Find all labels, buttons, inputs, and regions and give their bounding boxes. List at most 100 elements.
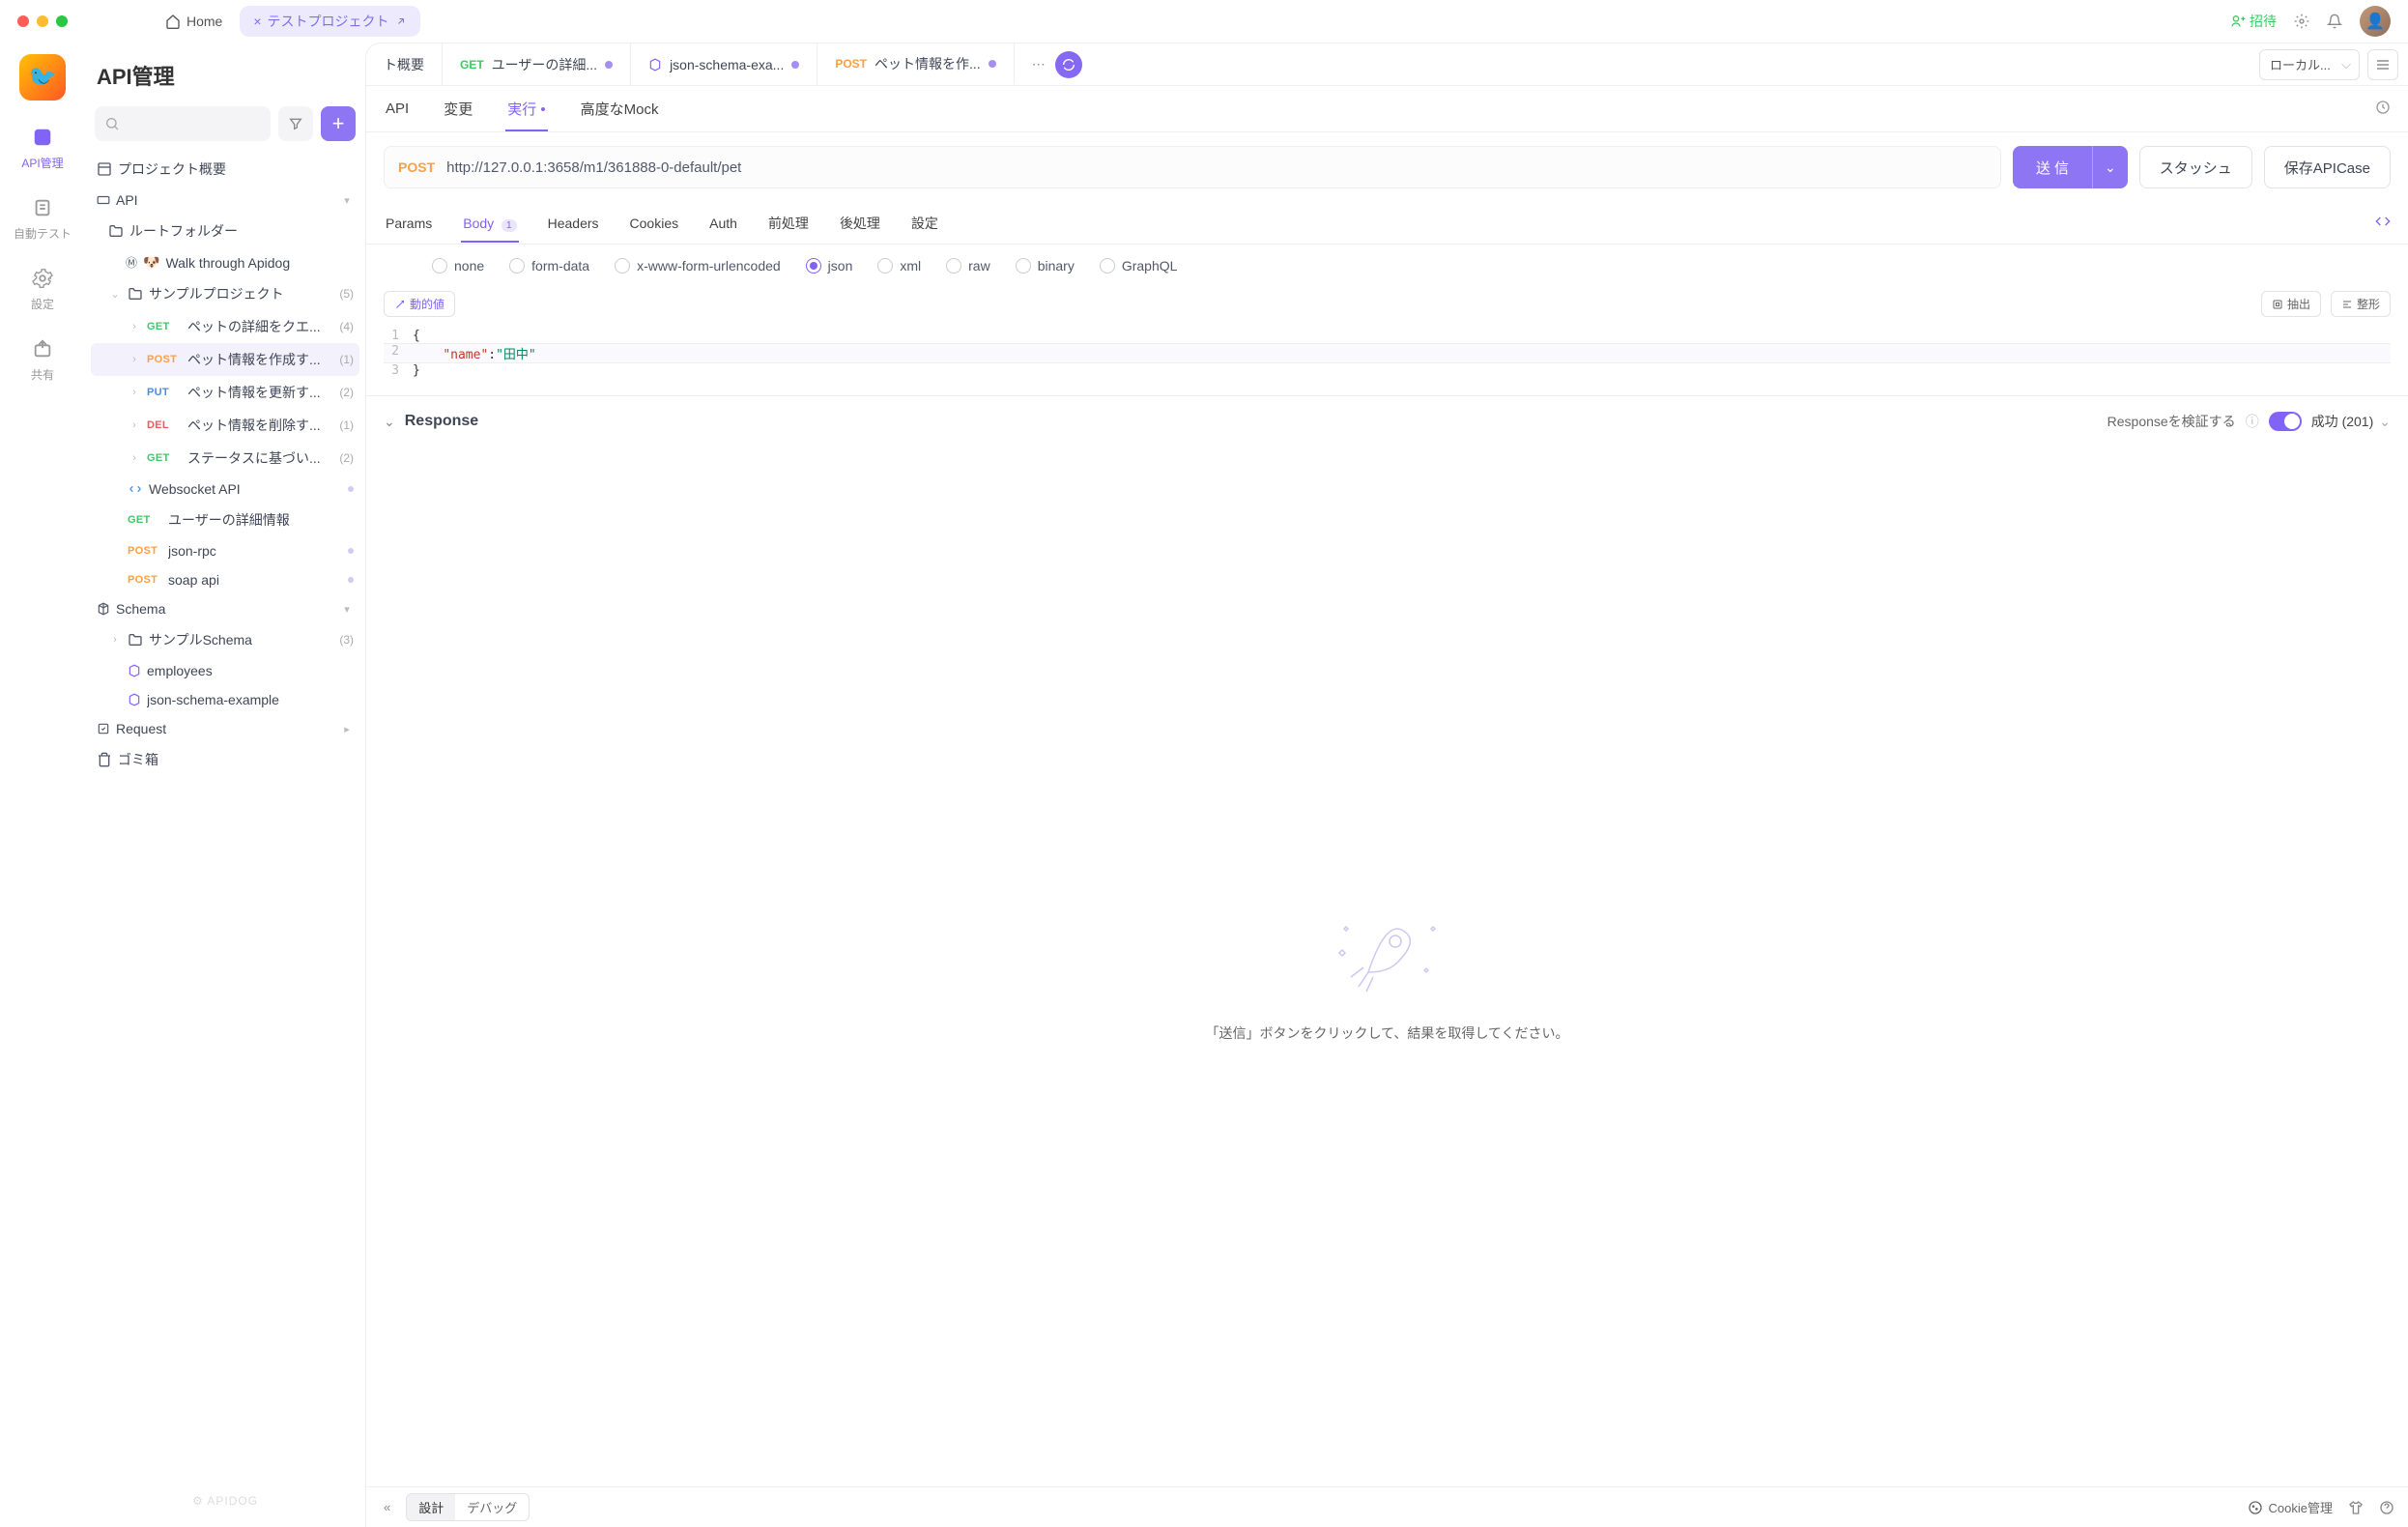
content-tab[interactable]: POSTペット情報を作... bbox=[817, 43, 1014, 85]
chevron-right-icon: › bbox=[108, 634, 122, 646]
schema-section[interactable]: Schema ▾ bbox=[91, 594, 359, 623]
api-tree-item[interactable]: › POST ペット情報を作成す... (1) bbox=[91, 343, 359, 376]
user-avatar[interactable]: 👤 bbox=[2360, 6, 2391, 37]
websocket-item[interactable]: Websocket API bbox=[91, 475, 359, 504]
notifications-button[interactable] bbox=[2327, 14, 2342, 29]
request-section[interactable]: Request ▸ bbox=[91, 714, 359, 743]
reqtab-post[interactable]: 後処理 bbox=[838, 203, 882, 244]
collapse-chevron[interactable]: ⌄ bbox=[384, 414, 395, 430]
reqtab-headers[interactable]: Headers bbox=[546, 205, 601, 242]
subtab-mock[interactable]: 高度なMock bbox=[579, 87, 661, 130]
dynamic-value-button[interactable]: 動的値 bbox=[384, 291, 455, 317]
user-detail-item[interactable]: GET ユーザーの詳細情報 bbox=[91, 504, 359, 536]
api-tree-item[interactable]: › GET ペットの詳細をクエ... (4) bbox=[91, 310, 359, 343]
design-mode-button[interactable]: 設計 bbox=[407, 1494, 455, 1520]
jsonrpc-item[interactable]: POST json-rpc bbox=[91, 536, 359, 565]
body-type-graphql[interactable]: GraphQL bbox=[1100, 258, 1178, 274]
chevron-down-icon: ⌄ bbox=[108, 288, 122, 301]
api-tree-item[interactable]: › DEL ペット情報を削除す... (1) bbox=[91, 409, 359, 442]
reqtab-params[interactable]: Params bbox=[384, 205, 434, 242]
share-icon bbox=[32, 338, 53, 360]
json-editor[interactable]: 1{2 "name":"田中"3} bbox=[366, 325, 2408, 395]
sample-schema-folder[interactable]: › サンプルSchema (3) bbox=[91, 623, 359, 656]
environment-select[interactable]: ローカル... bbox=[2259, 49, 2360, 80]
api-section[interactable]: API ▾ bbox=[91, 186, 359, 215]
cube-icon bbox=[648, 58, 662, 72]
more-tabs-button[interactable]: ⋯ bbox=[1032, 56, 1046, 72]
refresh-button[interactable] bbox=[1055, 51, 1082, 78]
send-dropdown[interactable]: ⌄ bbox=[2092, 146, 2128, 188]
project-overview[interactable]: プロジェクト概要 bbox=[91, 153, 359, 186]
minimize-window[interactable] bbox=[37, 15, 48, 27]
help-button[interactable] bbox=[2379, 1500, 2394, 1515]
reqtab-body[interactable]: Body 1 bbox=[461, 205, 518, 242]
search-input[interactable] bbox=[95, 106, 271, 141]
extract-button[interactable]: 抽出 bbox=[2261, 291, 2321, 317]
cog-icon bbox=[32, 268, 53, 289]
filter-button[interactable] bbox=[278, 106, 313, 141]
body-type-raw[interactable]: raw bbox=[946, 258, 990, 274]
add-button[interactable]: + bbox=[321, 106, 356, 141]
save-api-case-button[interactable]: 保存APICase bbox=[2264, 146, 2391, 188]
reqtab-cookies[interactable]: Cookies bbox=[628, 205, 681, 242]
body-type-none[interactable]: none bbox=[432, 258, 484, 274]
body-type-xml[interactable]: xml bbox=[877, 258, 921, 274]
url-input[interactable]: POST http://127.0.0.1:3658/m1/361888-0-d… bbox=[384, 146, 2001, 188]
body-type-x-www-form[interactable]: x-www-form-urlencoded bbox=[615, 258, 781, 274]
body-count-badge: 1 bbox=[502, 219, 517, 232]
tab-label: ト概要 bbox=[384, 55, 424, 74]
send-button[interactable]: 送 信 ⌄ bbox=[2013, 146, 2128, 188]
app-logo[interactable]: 🐦 bbox=[19, 54, 66, 101]
root-folder[interactable]: ルートフォルダー bbox=[91, 215, 359, 247]
api-tree-item[interactable]: › PUT ペット情報を更新す... (2) bbox=[91, 376, 359, 409]
reqtab-pre[interactable]: 前処理 bbox=[766, 203, 811, 244]
subtab-change[interactable]: 変更 bbox=[442, 87, 474, 130]
rail-settings[interactable]: 設定 bbox=[29, 265, 56, 312]
collapse-panel-button[interactable]: « bbox=[380, 1496, 394, 1518]
tree-label: ペット情報を更新す... bbox=[187, 383, 333, 402]
body-type-json[interactable]: json bbox=[806, 258, 853, 274]
home-tab[interactable]: Home bbox=[156, 8, 232, 35]
response-status-select[interactable]: 成功 (201) ⌄ bbox=[2311, 412, 2391, 431]
api-tree-item[interactable]: › GET ステータスに基づい... (2) bbox=[91, 442, 359, 475]
employees-schema[interactable]: employees bbox=[91, 656, 359, 685]
maximize-window[interactable] bbox=[56, 15, 68, 27]
body-type-form-data[interactable]: form-data bbox=[509, 258, 589, 274]
format-button[interactable]: 整形 bbox=[2331, 291, 2391, 317]
content-tab[interactable]: json-schema-exa... bbox=[631, 43, 817, 85]
env-menu-button[interactable] bbox=[2367, 49, 2398, 80]
content-tab[interactable]: ト概要 bbox=[366, 43, 443, 85]
rail-api-mgmt[interactable]: API管理 bbox=[21, 124, 63, 171]
reqtab-auth[interactable]: Auth bbox=[707, 205, 739, 242]
debug-mode-button[interactable]: デバッグ bbox=[455, 1494, 529, 1520]
close-icon[interactable]: × bbox=[253, 14, 261, 29]
subtab-api[interactable]: API bbox=[384, 89, 411, 129]
rail-auto-test[interactable]: 自動テスト bbox=[14, 194, 72, 242]
shirt-button[interactable] bbox=[2348, 1500, 2364, 1515]
sample-project-folder[interactable]: ⌄ サンプルプロジェクト (5) bbox=[91, 277, 359, 310]
dirty-indicator bbox=[989, 60, 996, 68]
method-badge: POST bbox=[128, 574, 162, 586]
reqtab-settings[interactable]: 設定 bbox=[909, 203, 940, 244]
rail-share[interactable]: 共有 bbox=[29, 335, 56, 383]
body-type-binary[interactable]: binary bbox=[1016, 258, 1075, 274]
project-tab[interactable]: × テストプロジェクト bbox=[240, 6, 419, 37]
verify-switch[interactable] bbox=[2269, 412, 2302, 431]
history-button[interactable] bbox=[2375, 100, 2391, 118]
walk-through[interactable]: Ⓜ 🐶 Walk through Apidog bbox=[91, 247, 359, 277]
trash[interactable]: ゴミ箱 bbox=[91, 743, 359, 776]
soap-item[interactable]: POST soap api bbox=[91, 565, 359, 594]
chevron-right-icon: › bbox=[128, 419, 141, 431]
help-icon[interactable]: ⓘ bbox=[2246, 412, 2259, 431]
rail-label: 設定 bbox=[31, 296, 54, 312]
json-schema-example[interactable]: json-schema-example bbox=[91, 685, 359, 714]
invite-link[interactable]: 招待 bbox=[2230, 12, 2277, 31]
code-button[interactable] bbox=[2375, 214, 2391, 232]
settings-button[interactable] bbox=[2294, 14, 2309, 29]
cookie-mgmt-button[interactable]: Cookie管理 bbox=[2248, 1498, 2333, 1516]
subtab-run[interactable]: 実行 • bbox=[505, 87, 547, 130]
stash-button[interactable]: スタッシュ bbox=[2139, 146, 2252, 188]
content-tab[interactable]: GETユーザーの詳細... bbox=[443, 43, 631, 85]
close-window[interactable] bbox=[17, 15, 29, 27]
editor-line: 2 "name":"田中" bbox=[384, 343, 2391, 363]
